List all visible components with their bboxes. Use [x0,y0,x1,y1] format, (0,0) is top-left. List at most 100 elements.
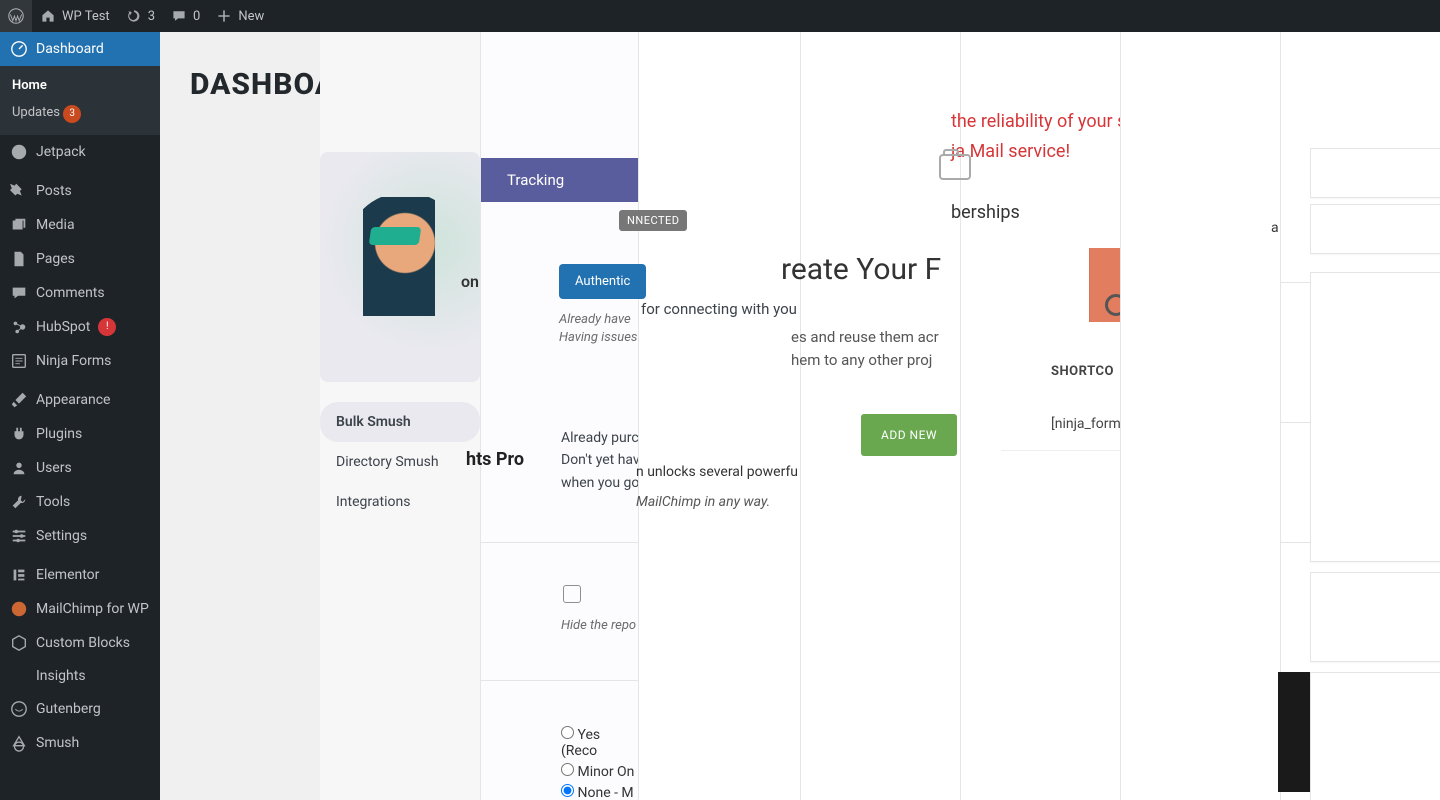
plus-icon [216,8,232,24]
wp-logo[interactable] [0,0,32,32]
comments[interactable]: 0 [163,0,208,32]
menu-pages[interactable]: Pages [0,242,160,276]
radio-none[interactable]: None - M [561,784,638,800]
menu-label: HubSpot [36,319,90,335]
menu-label: Ninja Forms [36,353,111,369]
dashboard-submenu: Home Updates 3 [0,66,160,135]
menu-plugins[interactable]: Plugins [0,417,160,451]
notice-box: ⊗ [1310,204,1440,254]
notice-box: ⊗ [1310,148,1440,198]
menu-label: Insights [36,668,86,684]
submenu-updates[interactable]: Updates 3 [0,99,160,129]
nav-bulk-smush[interactable]: Bulk Smush [320,402,480,442]
radio-yes[interactable]: Yes (Reco [561,726,638,759]
menu-dashboard[interactable]: Dashboard [0,32,160,66]
widget-box [1310,272,1440,562]
menu-label: Plugins [36,426,82,442]
menu-label: Pages [36,251,75,267]
menu-media[interactable]: Media [0,208,160,242]
pin-icon [10,182,28,200]
menu-insights[interactable]: Insights [0,660,160,692]
menu-label: Settings [36,528,87,544]
panel-mailchimp: NNECTED himp API key Authentic Already h… [638,32,800,800]
hero-illustration [320,152,480,382]
menu-elementor[interactable]: Elementor [0,558,160,592]
divider [481,680,638,681]
menu-label: Smush [36,735,79,751]
menu-label: Jetpack [36,144,86,160]
menu-hubspot[interactable]: HubSpot ! [0,310,160,344]
nav-integrations[interactable]: Integrations [320,482,480,522]
refresh-count: 3 [148,9,155,24]
hint-issues: Having issues [559,330,637,345]
submenu-home[interactable]: Home [0,72,160,99]
shortcode-label: SHORTCO [1051,364,1114,379]
page-icon [10,250,28,268]
add-new-button[interactable]: ADD NEW [861,414,957,456]
panel-elementor: reate Your F for connecting with you es … [800,32,960,800]
radio-minor[interactable]: Minor On [561,763,638,780]
wordpress-icon [8,8,24,24]
menu-settings[interactable]: Settings [0,519,160,553]
checkbox-hide[interactable] [563,585,581,603]
text-fragment: hem to any other proj [791,351,932,369]
menu-customblocks[interactable]: Custom Blocks [0,626,160,660]
menu-label: Comments [36,285,105,301]
menu-label: Elementor [36,567,99,583]
gutenberg-icon [10,700,28,718]
brush-icon [10,391,28,409]
smush-icon [10,734,28,752]
panel-smush: Bulk Smush Directory Smush Integrations [320,32,480,800]
updates-badge: 3 [63,105,81,123]
hide-hint: Hide the repo [561,618,636,633]
new-content[interactable]: New [208,0,272,32]
comment-icon [171,8,187,24]
shortcode-value: [ninja_form [1051,416,1121,432]
panel-ninja: the reliability of your s ja Mail servic… [960,32,1120,800]
admin-bar: WP Test 3 0 New [0,0,1440,32]
user-icon [10,459,28,477]
authenticate-button[interactable]: Authentic [559,264,646,299]
submenu-updates-label: Updates [12,105,60,120]
site-name[interactable]: WP Test [32,0,118,32]
menu-posts[interactable]: Posts [0,174,160,208]
hint-already: Already have [559,312,631,327]
create-heading: reate Your F [781,252,941,287]
home-icon [40,8,56,24]
refresh[interactable]: 3 [118,0,163,32]
menu-smush[interactable]: Smush [0,726,160,760]
menu-label: Posts [36,183,72,199]
new-label: New [238,9,264,24]
menu-ninjaforms[interactable]: Ninja Forms [0,344,160,378]
panel-misc: a ✦ ✦ ✦ [1120,32,1280,800]
text-fragment: when you go [561,475,639,491]
menu-label: Media [36,217,75,233]
menu-label: Users [36,460,72,476]
jetpack-icon [10,143,28,161]
menu-comments[interactable]: Comments [0,276,160,310]
mailchimp-icon [10,600,28,618]
form-icon [10,352,28,370]
memberships-label: berships [951,202,1020,223]
menu-jetpack[interactable]: Jetpack [0,135,160,169]
menu-label: Tools [36,494,70,510]
quick-draft-box: ▲ [1310,672,1440,800]
admin-sidebar: Dashboard Home Updates 3 Jetpack Posts M… [0,32,160,800]
tab-tracking[interactable]: Tracking [481,158,638,202]
dashboard-icon [10,40,28,58]
nav-directory-smush[interactable]: Directory Smush [320,442,480,482]
media-icon [10,216,28,234]
input-placeholder: himp API key [640,270,721,286]
menu-users[interactable]: Users [0,451,160,485]
radio-label: Minor On [577,764,634,780]
status-chip: NNECTED [619,210,687,231]
menu-appearance[interactable]: Appearance [0,383,160,417]
blocks-icon [10,634,28,652]
menu-tools[interactable]: Tools [0,485,160,519]
comments-count: 0 [193,9,200,24]
menu-gutenberg[interactable]: Gutenberg [0,692,160,726]
hubspot-icon [10,318,28,336]
main-canvas: DASHBOAR Bulk Smush Directory Smush Inte… [160,32,1440,800]
text-fragment: es and reuse them acr [791,328,939,346]
menu-mailchimp[interactable]: MailChimp for WP [0,592,160,626]
